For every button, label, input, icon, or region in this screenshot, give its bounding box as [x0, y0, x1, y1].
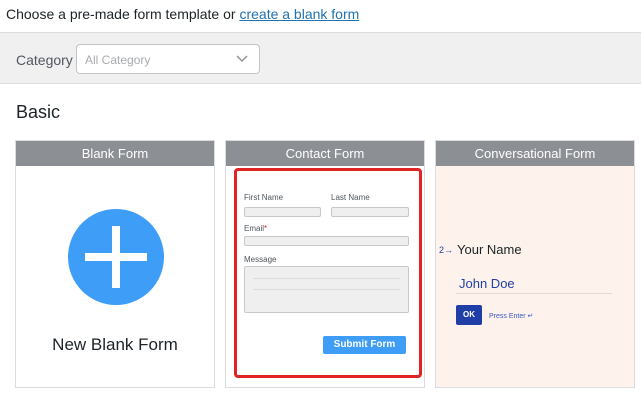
- conversational-form-preview: 2→ Your Name John Doe OK Press Enter ↵: [436, 166, 634, 387]
- question-number: 2→: [439, 245, 454, 255]
- contact-form-preview[interactable]: First Name Last Name Email* Message Subm…: [234, 168, 422, 378]
- template-card-header: Contact Form: [226, 141, 424, 166]
- template-card-contact-form[interactable]: Contact Form First Name Last Name Email*…: [225, 140, 425, 388]
- first-name-field: [244, 207, 321, 217]
- new-blank-form-label: New Blank Form: [52, 335, 178, 354]
- section-title: Basic: [16, 102, 61, 122]
- template-card-header: Conversational Form: [436, 141, 634, 166]
- category-select-value: All Category: [85, 53, 151, 67]
- message-label: Message: [244, 255, 277, 264]
- category-label: Category: [16, 52, 73, 68]
- filter-bar: Category All Category: [0, 32, 641, 84]
- press-enter-hint: Press Enter ↵: [489, 313, 534, 320]
- chevron-down-icon: [236, 55, 248, 62]
- plus-circle-icon[interactable]: [68, 209, 164, 305]
- last-name-label: Last Name: [331, 193, 370, 202]
- create-blank-form-link[interactable]: create a blank form: [239, 6, 359, 22]
- ok-button: OK: [456, 305, 482, 325]
- template-card-header: Blank Form: [16, 141, 214, 166]
- template-card-blank-form[interactable]: Blank Form New Blank Form: [15, 140, 215, 388]
- message-field: [244, 266, 409, 313]
- intro-text: Choose a pre-made form template or creat…: [6, 6, 359, 22]
- answer-underline: [456, 293, 612, 294]
- category-select[interactable]: All Category: [76, 44, 260, 74]
- last-name-field: [331, 207, 409, 217]
- intro-label: Choose a pre-made form template or: [6, 6, 236, 22]
- email-field: [244, 236, 409, 246]
- first-name-label: First Name: [244, 193, 284, 202]
- answer-text: John Doe: [459, 276, 515, 291]
- question-text: Your Name: [457, 242, 522, 257]
- email-label: Email*: [244, 224, 268, 233]
- template-card-conversational-form[interactable]: Conversational Form 2→ Your Name John Do…: [435, 140, 635, 388]
- submit-form-button: Submit Form: [323, 336, 406, 354]
